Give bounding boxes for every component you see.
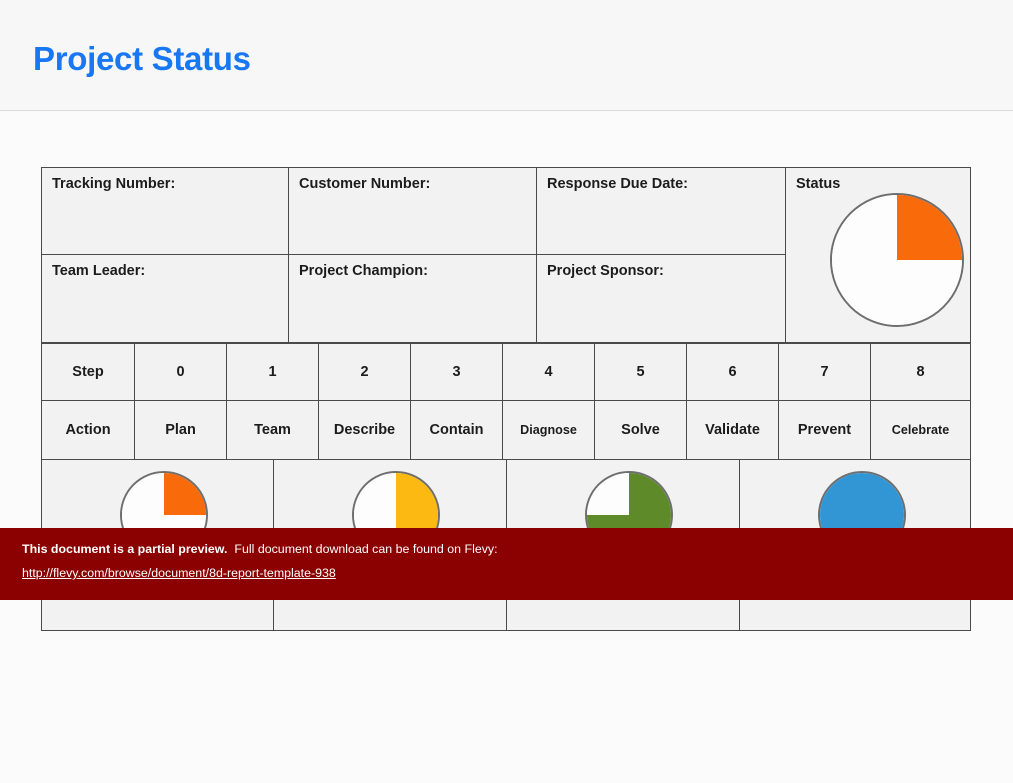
- step-cell-1[interactable]: 1: [226, 343, 319, 401]
- status-pie-wedge: [832, 195, 962, 325]
- project-champion-label: Project Champion:: [299, 263, 428, 279]
- step-value-4: 4: [544, 364, 553, 380]
- customer-number-cell[interactable]: Customer Number:: [288, 167, 537, 255]
- tracking-number-cell[interactable]: Tracking Number:: [41, 167, 289, 255]
- step-cell-4[interactable]: 4: [502, 343, 595, 401]
- action-value-3: Contain: [429, 422, 484, 438]
- action-value-6: Validate: [705, 422, 760, 438]
- response-due-date-cell[interactable]: Response Due Date:: [536, 167, 786, 255]
- partial-preview-banner: This document is a partial preview. Full …: [0, 528, 1013, 600]
- step-value-8: 8: [916, 364, 925, 380]
- step-row-header: Step: [41, 343, 135, 401]
- step-value-6: 6: [728, 364, 737, 380]
- step-value-0: 0: [176, 364, 185, 380]
- action-value-7: Prevent: [797, 422, 852, 438]
- step-cell-7[interactable]: 7: [778, 343, 871, 401]
- action-cell-solve[interactable]: Solve: [594, 400, 687, 460]
- status-pie-chart: [830, 193, 964, 327]
- action-value-0: Plan: [165, 422, 196, 438]
- step-cell-5[interactable]: 5: [594, 343, 687, 401]
- tracking-number-label: Tracking Number:: [52, 176, 176, 192]
- step-value-3: 3: [452, 364, 461, 380]
- status-label: Status: [796, 176, 841, 192]
- action-cell-validate[interactable]: Validate: [686, 400, 779, 460]
- action-header-label: Action: [65, 422, 111, 438]
- action-value-8: Celebrate: [891, 423, 950, 437]
- action-value-4: Diagnose: [520, 423, 577, 437]
- step-value-2: 2: [360, 364, 369, 380]
- step-header-label: Step: [72, 364, 104, 380]
- page-title: Project Status: [33, 40, 251, 77]
- action-cell-prevent[interactable]: Prevent: [778, 400, 871, 460]
- project-champion-cell[interactable]: Project Champion:: [288, 254, 537, 343]
- customer-number-label: Customer Number:: [299, 176, 431, 192]
- step-row: Step 0 1 2 3 4 5 6 7 8: [41, 343, 971, 401]
- action-value-1: Team: [254, 422, 291, 438]
- action-cell-plan[interactable]: Plan: [134, 400, 227, 460]
- step-cell-8[interactable]: 8: [870, 343, 971, 401]
- info-table-rows: Tracking Number: Customer Number: Respon…: [41, 167, 971, 343]
- banner-bold-text: This document is a partial preview.: [22, 542, 228, 556]
- slide-body: Tracking Number: Customer Number: Respon…: [0, 111, 1013, 783]
- action-row-header: Action: [41, 400, 135, 460]
- team-leader-label: Team Leader:: [52, 263, 146, 279]
- project-sponsor-cell[interactable]: Project Sponsor:: [536, 254, 786, 343]
- banner-normal-text: Full document download can be found on F…: [234, 542, 498, 556]
- action-value-5: Solve: [621, 422, 660, 438]
- action-cell-contain[interactable]: Contain: [410, 400, 503, 460]
- action-cell-describe[interactable]: Describe: [318, 400, 411, 460]
- step-value-5: 5: [636, 364, 645, 380]
- step-cell-6[interactable]: 6: [686, 343, 779, 401]
- team-leader-cell[interactable]: Team Leader:: [41, 254, 289, 343]
- step-cell-0[interactable]: 0: [134, 343, 227, 401]
- step-value-1: 1: [268, 364, 277, 380]
- step-cell-2[interactable]: 2: [318, 343, 411, 401]
- action-value-2: Describe: [333, 422, 396, 438]
- action-cell-celebrate[interactable]: Celebrate: [870, 400, 971, 460]
- project-sponsor-label: Project Sponsor:: [547, 263, 664, 279]
- response-due-date-label: Response Due Date:: [547, 176, 689, 192]
- banner-text-line: This document is a partial preview. Full …: [22, 542, 498, 556]
- step-value-7: 7: [820, 364, 829, 380]
- status-cell[interactable]: Status: [785, 167, 971, 343]
- slide-header: Project Status: [0, 0, 1013, 111]
- action-row: Action Plan Team Describe Contain Diagno…: [41, 400, 971, 461]
- action-cell-diagnose[interactable]: Diagnose: [502, 400, 595, 460]
- action-cell-team[interactable]: Team: [226, 400, 319, 460]
- step-cell-3[interactable]: 3: [410, 343, 503, 401]
- flevy-document-link[interactable]: http://flevy.com/browse/document/8d-repo…: [22, 566, 336, 580]
